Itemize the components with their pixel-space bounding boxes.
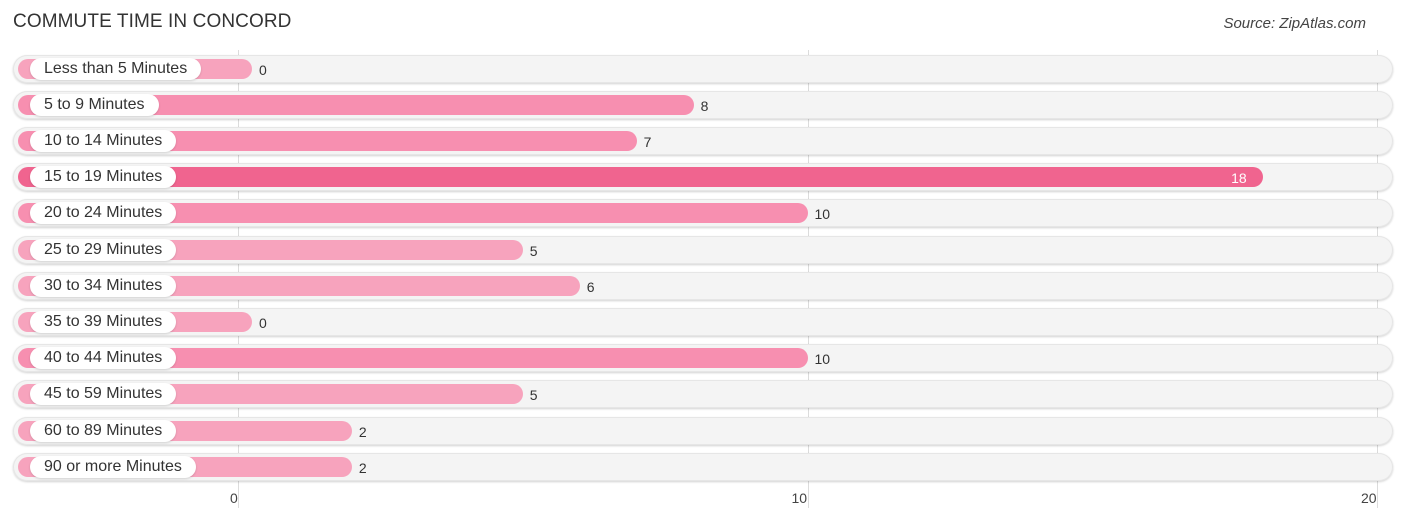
- value-label: 2: [358, 423, 367, 440]
- value-label: 5: [529, 387, 538, 404]
- x-tick-label: 20: [1361, 490, 1377, 506]
- category-label: 20 to 24 Minutes: [30, 202, 177, 225]
- category-label: Less than 5 Minutes: [30, 57, 202, 80]
- category-label: 15 to 19 Minutes: [30, 166, 177, 189]
- value-label: 6: [586, 278, 595, 295]
- x-tick-label: 10: [791, 490, 808, 506]
- category-label: 30 to 34 Minutes: [30, 274, 177, 297]
- category-label: 5 to 9 Minutes: [30, 93, 159, 116]
- category-label: 60 to 89 Minutes: [30, 419, 177, 442]
- category-label: 40 to 44 Minutes: [30, 347, 177, 370]
- category-label: 10 to 14 Minutes: [30, 129, 177, 152]
- category-label: 90 or more Minutes: [30, 455, 196, 478]
- category-label: 25 to 29 Minutes: [30, 238, 177, 261]
- value-label: 0: [259, 61, 267, 78]
- value-label: 8: [700, 97, 709, 114]
- category-label: 45 to 59 Minutes: [30, 383, 177, 406]
- bar-chart: Less than 5 Minutes 0 5 to 9 Minutes 8 10 to…: [0, 0, 1406, 523]
- value-label: 5: [529, 242, 538, 259]
- x-tick-label: 0: [230, 490, 238, 506]
- category-label: 35 to 39 Minutes: [30, 310, 177, 333]
- value-label: 2: [358, 459, 367, 476]
- value-label: 0: [259, 314, 267, 331]
- value-label: 10: [814, 351, 831, 368]
- value-label: 7: [643, 133, 652, 150]
- value-label: 10: [814, 206, 831, 223]
- value-label: 18: [1231, 170, 1247, 187]
- bar[interactable]: [18, 167, 1264, 188]
